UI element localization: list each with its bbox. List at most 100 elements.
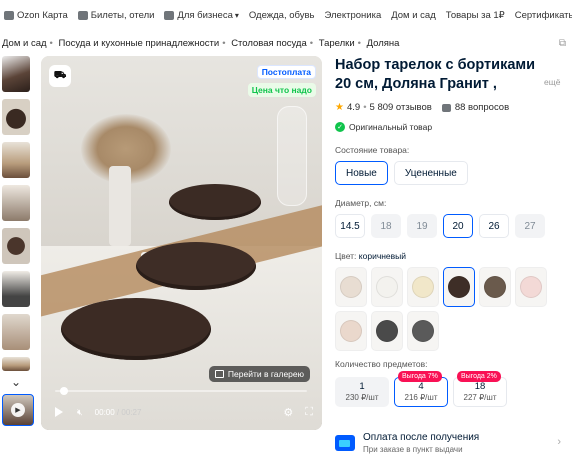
color-swatch[interactable] [371,311,403,351]
video-frame-plate [169,184,261,220]
video-progress-bar[interactable] [55,387,307,395]
color-swatch[interactable] [335,311,367,351]
play-icon[interactable] [55,407,63,417]
color-swatch[interactable] [335,267,367,307]
quantity-option-selected[interactable]: Выгода 7% 4 216 ₽/шт [394,371,448,407]
thumbnail-video[interactable]: ▶ [2,394,34,426]
diameter-option[interactable]: 26 [479,214,509,238]
plate-preview [376,320,398,342]
diameter-option[interactable]: 14.5 [335,214,365,238]
condition-option-discounted[interactable]: Уцененные [393,161,468,185]
plate-preview [412,320,434,342]
diameter-option[interactable]: 27 [515,214,545,238]
topnav-certificates[interactable]: Сертификаты [515,10,572,21]
plate-preview [412,276,434,298]
video-progress-knob[interactable] [60,387,68,395]
quantity-option[interactable]: Выгода 2% 18 227 ₽/шт [453,371,507,407]
video-frame-plate [61,298,211,360]
color-swatch[interactable] [371,267,403,307]
color-swatch[interactable] [479,267,511,307]
thumbnail-image[interactable] [2,357,30,371]
quantity-label: Количество предметов: [335,359,428,369]
title-expand-link[interactable]: ещё [544,77,560,87]
breadcrumb-link[interactable]: Столовая посуда [231,38,307,49]
color-value: коричневый [358,251,407,261]
topnav-1-ruble[interactable]: Товары за 1₽ [446,10,505,21]
topnav-tickets[interactable]: Билеты, отели [77,10,154,21]
topnav-label: Одежда, обувь [248,9,315,21]
original-badge: ✓ Оригинальный товар [335,122,565,132]
breadcrumb-link[interactable]: Доляна [367,38,400,49]
fullscreen-icon[interactable]: ⛶ [305,406,313,419]
quantity-options: 1 230 ₽/шт Выгода 7% 4 216 ₽/шт Выгода 2… [335,371,565,407]
good-price-label: Цена что надо [251,85,312,95]
rating-separator: • [363,102,367,113]
quantity-count: 1 [359,381,365,392]
diameter-label: Диаметр, см: [335,198,387,208]
payment-card-icon [335,435,355,451]
chevron-down-icon[interactable]: ⌄ [2,375,30,389]
pay-after-delivery[interactable]: Оплата после получения При заказе в пунк… [335,429,565,457]
color-swatch[interactable] [515,267,547,307]
pay-after-title: Оплата после получения [363,432,480,443]
chevron-down-icon: ▾ [234,10,239,20]
pay-after-text: Оплата после получения При заказе в пунк… [363,432,479,454]
thumbnail-image[interactable] [2,185,30,221]
gear-icon[interactable]: ⚙ [283,406,293,419]
postoplata-badge: Постоплата [256,65,316,79]
breadcrumb-separator: • [357,38,361,49]
video-frame-glass [277,106,307,206]
topnav-label: Электроника [324,9,382,21]
topnav-label: Дом и сад [391,9,436,21]
thumbnail-image[interactable] [2,271,30,307]
topnav-electronics[interactable]: Электроника [325,10,382,21]
video-controls: 🔇︎ 00:00 / 00:27 ⚙ ⛶ [51,405,313,419]
store-logo-icon: ⛟ [49,65,71,87]
product-video[interactable]: ⛟ Постоплата Цена что надо Перейти в гал… [41,56,322,430]
mute-icon[interactable]: 🔇︎ [77,407,83,418]
thumbnail-image[interactable] [2,99,30,135]
diameter-options: 14.5 18 19 20 26 27 [335,214,565,238]
pay-after-subtitle: При заказе в пункт выдачи [363,445,463,454]
go-to-gallery-button[interactable]: Перейти в галерею [208,366,310,382]
condition-option-new[interactable]: Новые [335,161,388,185]
quantity-option[interactable]: 1 230 ₽/шт [335,377,389,407]
thumbnail-strip: ⌄ ▶ [2,56,34,433]
topnav-clothes[interactable]: Одежда, обувь [249,10,315,21]
thumbnail-image[interactable] [2,56,30,92]
thumbnail-image[interactable] [2,228,30,264]
topnav-ozon-card[interactable]: Ozon Карта [4,10,68,21]
thumbnail-image[interactable] [2,142,30,178]
plate-preview [448,276,470,298]
share-icon[interactable]: ⧉ [559,38,566,49]
original-label: Оригинальный товар [349,122,433,132]
thumbnail-image[interactable] [2,314,30,350]
video-time: 00:00 / 00:27 [95,408,284,417]
color-swatch-selected[interactable] [443,267,475,307]
check-icon: ✓ [335,122,345,132]
reviews-link[interactable]: 5 809 отзывов [370,102,432,113]
product-title: Набор тарелок с бортиками 20 см, Доляна … [335,57,536,92]
color-swatch[interactable] [407,311,439,351]
color-swatch[interactable] [407,267,439,307]
breadcrumb-link[interactable]: Тарелки [319,38,355,49]
topnav-label: Для бизнеса [177,9,233,21]
quantity-price: 227 ₽/шт [463,393,497,402]
breadcrumb-link[interactable]: Посуда и кухонные принадлежности [59,38,220,49]
breadcrumb-link[interactable]: Дом и сад [2,38,47,49]
diameter-option[interactable]: 19 [407,214,437,238]
plate-preview [376,276,398,298]
star-icon: ★ [335,102,344,113]
diameter-option[interactable]: 18 [371,214,401,238]
time-total: 00:27 [121,407,142,417]
plate-preview [340,276,362,298]
breadcrumb: Дом и сад • Посуда и кухонные принадлежно… [2,38,542,49]
plate-preview [340,320,362,342]
questions-link[interactable]: 88 вопросов [455,102,509,113]
video-frame-plate [136,242,256,290]
topnav-home-garden[interactable]: Дом и сад [391,10,436,21]
diameter-option-selected[interactable]: 20 [443,214,473,238]
benefit-badge: Выгода 7% [398,371,442,382]
condition-options: Новые Уцененные [335,161,565,185]
topnav-business[interactable]: Для бизнеса ▾ [164,9,239,21]
